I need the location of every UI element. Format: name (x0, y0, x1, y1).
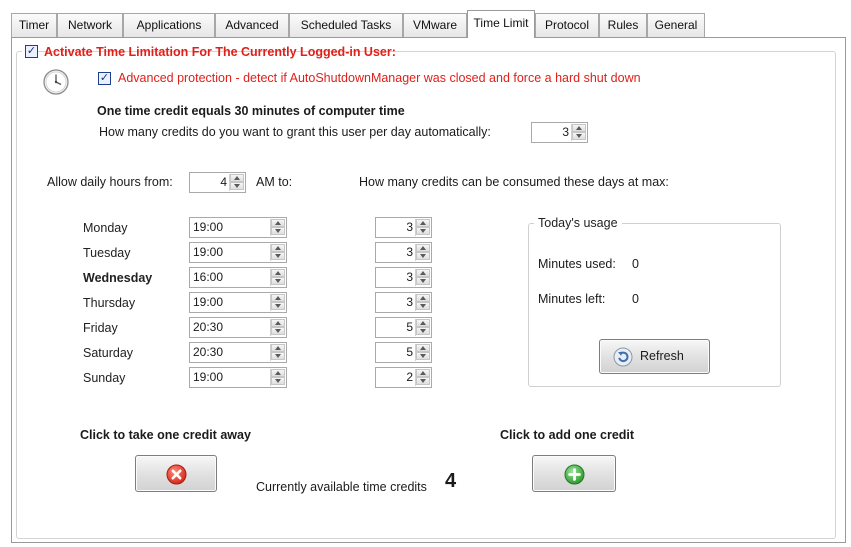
credits-per-day-value: 3 (562, 125, 569, 139)
activate-checkbox[interactable]: ✓ (25, 45, 38, 58)
clock-icon (42, 68, 70, 96)
max-credits-value: 3 (406, 245, 413, 259)
minutes-used-label: Minutes used: (538, 257, 616, 271)
tab-vmware[interactable]: VMware (403, 13, 467, 37)
time-until-value: 19:00 (193, 245, 224, 259)
activate-label[interactable]: Activate Time Limitation For The Current… (44, 45, 396, 59)
time-until-value: 19:00 (193, 295, 224, 309)
minutes-left-label: Minutes left: (538, 292, 606, 306)
add-label: Click to add one credit (500, 428, 635, 442)
day-label-thursday: Thursday (83, 296, 136, 310)
time-until-friday[interactable]: 20:30 (189, 317, 287, 338)
time-until-wednesday[interactable]: 16:00 (189, 267, 287, 288)
tab-advanced[interactable]: Advanced (215, 13, 289, 37)
day-label-sunday: Sunday (83, 371, 126, 385)
max-credits-arrows[interactable] (415, 269, 430, 286)
tab-general[interactable]: General (647, 13, 705, 37)
day-label-tuesday: Tuesday (83, 246, 131, 260)
daily-hours-arrows[interactable] (229, 174, 244, 191)
max-credits-tuesday[interactable]: 3 (375, 242, 432, 263)
available-credits-value: 4 (445, 470, 457, 492)
refresh-button[interactable]: Refresh (599, 339, 710, 374)
time-until-arrows[interactable] (270, 294, 285, 311)
time-until-arrows[interactable] (270, 269, 285, 286)
max-credits-wednesday[interactable]: 3 (375, 267, 432, 288)
time-until-arrows[interactable] (270, 219, 285, 236)
max-credits-value: 3 (406, 220, 413, 234)
tab-protocol[interactable]: Protocol (535, 13, 599, 37)
activate-row: ✓ Activate Time Limitation For The Curre… (22, 44, 396, 60)
daily-hours-suffix: AM to: (256, 175, 293, 189)
max-credits-monday[interactable]: 3 (375, 217, 432, 238)
time-until-arrows[interactable] (270, 369, 285, 386)
max-credits-sunday[interactable]: 2 (375, 367, 432, 388)
max-credits-arrows[interactable] (415, 219, 430, 236)
refresh-icon (613, 347, 633, 367)
remove-credit-button[interactable] (135, 455, 217, 492)
day-label-monday: Monday (83, 221, 128, 235)
time-until-value: 20:30 (193, 345, 224, 359)
max-credits-value: 3 (406, 270, 413, 284)
max-credits-arrows[interactable] (415, 344, 430, 361)
available-credits-label: Currently available time credits (256, 480, 427, 494)
remove-x-icon (166, 464, 187, 485)
max-credits-saturday[interactable]: 5 (375, 342, 432, 363)
time-until-value: 20:30 (193, 320, 224, 334)
add-credit-button[interactable] (532, 455, 616, 492)
max-credits-arrows[interactable] (415, 369, 430, 386)
day-label-friday: Friday (83, 321, 118, 335)
daily-hours-stepper[interactable]: 4 (189, 172, 246, 193)
tab-applications[interactable]: Applications (123, 13, 215, 37)
time-until-arrows[interactable] (270, 244, 285, 261)
time-until-value: 16:00 (193, 270, 224, 284)
time-until-value: 19:00 (193, 220, 224, 234)
daily-hours-label: Allow daily hours from: (47, 175, 173, 189)
time-until-arrows[interactable] (270, 344, 285, 361)
max-credits-value: 5 (406, 345, 413, 359)
advanced-protection-label[interactable]: Advanced protection - detect if AutoShut… (118, 71, 641, 85)
tab-network[interactable]: Network (57, 13, 123, 37)
time-until-monday[interactable]: 19:00 (189, 217, 287, 238)
credits-per-day-stepper[interactable]: 3 (531, 122, 588, 143)
todays-usage-title: Today's usage (534, 216, 622, 230)
max-credits-arrows[interactable] (415, 319, 430, 336)
max-credits-thursday[interactable]: 3 (375, 292, 432, 313)
refresh-label: Refresh (640, 349, 684, 363)
max-credits-arrows[interactable] (415, 244, 430, 261)
day-label-wednesday: Wednesday (83, 271, 153, 285)
time-until-thursday[interactable]: 19:00 (189, 292, 287, 313)
minutes-used-value: 0 (632, 257, 639, 271)
max-credits-value: 5 (406, 320, 413, 334)
max-credits-value: 2 (406, 370, 413, 384)
max-credits-arrows[interactable] (415, 294, 430, 311)
add-plus-icon (564, 464, 585, 485)
time-until-value: 19:00 (193, 370, 224, 384)
advanced-protection-checkbox[interactable]: ✓ (98, 72, 111, 85)
tab-rules[interactable]: Rules (599, 13, 647, 37)
tab-time-limit[interactable]: Time Limit (467, 10, 535, 38)
daily-hours-value: 4 (220, 175, 227, 189)
max-credits-friday[interactable]: 5 (375, 317, 432, 338)
time-until-arrows[interactable] (270, 319, 285, 336)
max-credits-value: 3 (406, 295, 413, 309)
max-credits-label: How many credits can be consumed these d… (359, 175, 669, 189)
tab-strip: Timer Network Applications Advanced Sche… (11, 10, 846, 38)
credits-per-day-arrows[interactable] (571, 124, 586, 141)
time-until-sunday[interactable]: 19:00 (189, 367, 287, 388)
take-away-label: Click to take one credit away (80, 428, 251, 442)
time-until-saturday[interactable]: 20:30 (189, 342, 287, 363)
tab-scheduled-tasks[interactable]: Scheduled Tasks (289, 13, 403, 37)
minutes-left-value: 0 (632, 292, 639, 306)
credits-per-day-label: How many credits do you want to grant th… (99, 125, 491, 139)
day-label-saturday: Saturday (83, 346, 134, 360)
credit-info-text: One time credit equals 30 minutes of com… (97, 104, 405, 118)
time-until-tuesday[interactable]: 19:00 (189, 242, 287, 263)
tab-timer[interactable]: Timer (11, 13, 57, 37)
